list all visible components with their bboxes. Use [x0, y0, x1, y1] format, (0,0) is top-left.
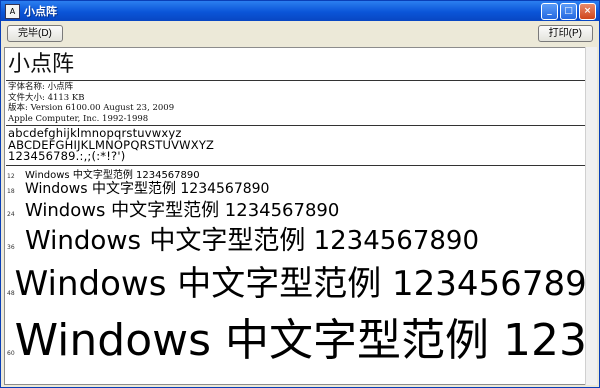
toolbar: 完毕(D) 打印(P) — [1, 21, 599, 45]
size-label: 60 — [7, 349, 15, 357]
vertical-scrollbar[interactable] — [585, 47, 597, 385]
info-copyright: Apple Computer, Inc. 1992-1998 — [8, 113, 149, 124]
size-label: 48 — [7, 289, 15, 297]
info-version: 版本: Version 6100.00 August 23, 2009 — [8, 103, 175, 113]
print-button[interactable]: 打印(P) — [537, 24, 593, 42]
size-sample-row: 12 Windows 中文字型范例 1234567890 — [5, 166, 586, 181]
minimize-icon[interactable]: _ — [541, 2, 558, 20]
font-viewer-window: A 小点阵 _ □ × 完毕(D) 打印(P) 小点阵 字体名称: 小点阵 文件… — [0, 0, 600, 388]
title-bar: A 小点阵 _ □ × — [1, 1, 599, 21]
size-sample-text: Windows 中文字型范例 1234567890 — [14, 314, 587, 366]
info-file-size: 文件大小: 4113 KB — [8, 92, 85, 103]
size-label: 36 — [7, 243, 15, 251]
window-title: 小点阵 — [24, 5, 57, 18]
font-preview-pane: 小点阵 字体名称: 小点阵 文件大小: 4113 KB 版本: Version … — [4, 47, 587, 385]
window-controls: _ □ × — [541, 2, 596, 20]
font-info: 字体名称: 小点阵 文件大小: 4113 KB 版本: Version 6100… — [5, 81, 586, 125]
size-label: 24 — [7, 210, 15, 218]
size-sample-row: 60 Windows 中文字型范例 1234567890 — [5, 304, 586, 366]
size-sample-text: Windows 中文字型范例 1234567890 — [25, 180, 270, 197]
size-sample-row: 18 Windows 中文字型范例 1234567890 — [5, 178, 586, 197]
close-icon[interactable]: × — [579, 2, 596, 20]
size-sample-text: Windows 中文字型范例 1234567890 — [25, 199, 340, 221]
size-sample-text: Windows 中文字型范例 1234567890 — [14, 263, 587, 304]
font-display-name: 小点阵 — [8, 52, 75, 77]
sample-digits-punct: 123456789.:,;(:*!?') — [8, 149, 126, 163]
info-font-name: 字体名称: 小点阵 — [8, 82, 74, 92]
font-file-icon: A — [5, 3, 20, 19]
size-sample-text: Windows 中文字型范例 1234567890 — [25, 225, 480, 256]
size-sample-row: 48 Windows 中文字型范例 1234567890 — [5, 256, 586, 304]
maximize-icon[interactable]: □ — [560, 2, 577, 20]
size-sample-row: 36 Windows 中文字型范例 1234567890 — [5, 220, 586, 256]
size-label: 18 — [7, 187, 15, 195]
done-button[interactable]: 完毕(D) — [7, 24, 63, 42]
character-samples: abcdefghijklmnopqrstuvwxyz ABCDEFGHIJKLM… — [5, 126, 586, 165]
size-sample-row: 24 Windows 中文字型范例 1234567890 — [5, 196, 586, 221]
